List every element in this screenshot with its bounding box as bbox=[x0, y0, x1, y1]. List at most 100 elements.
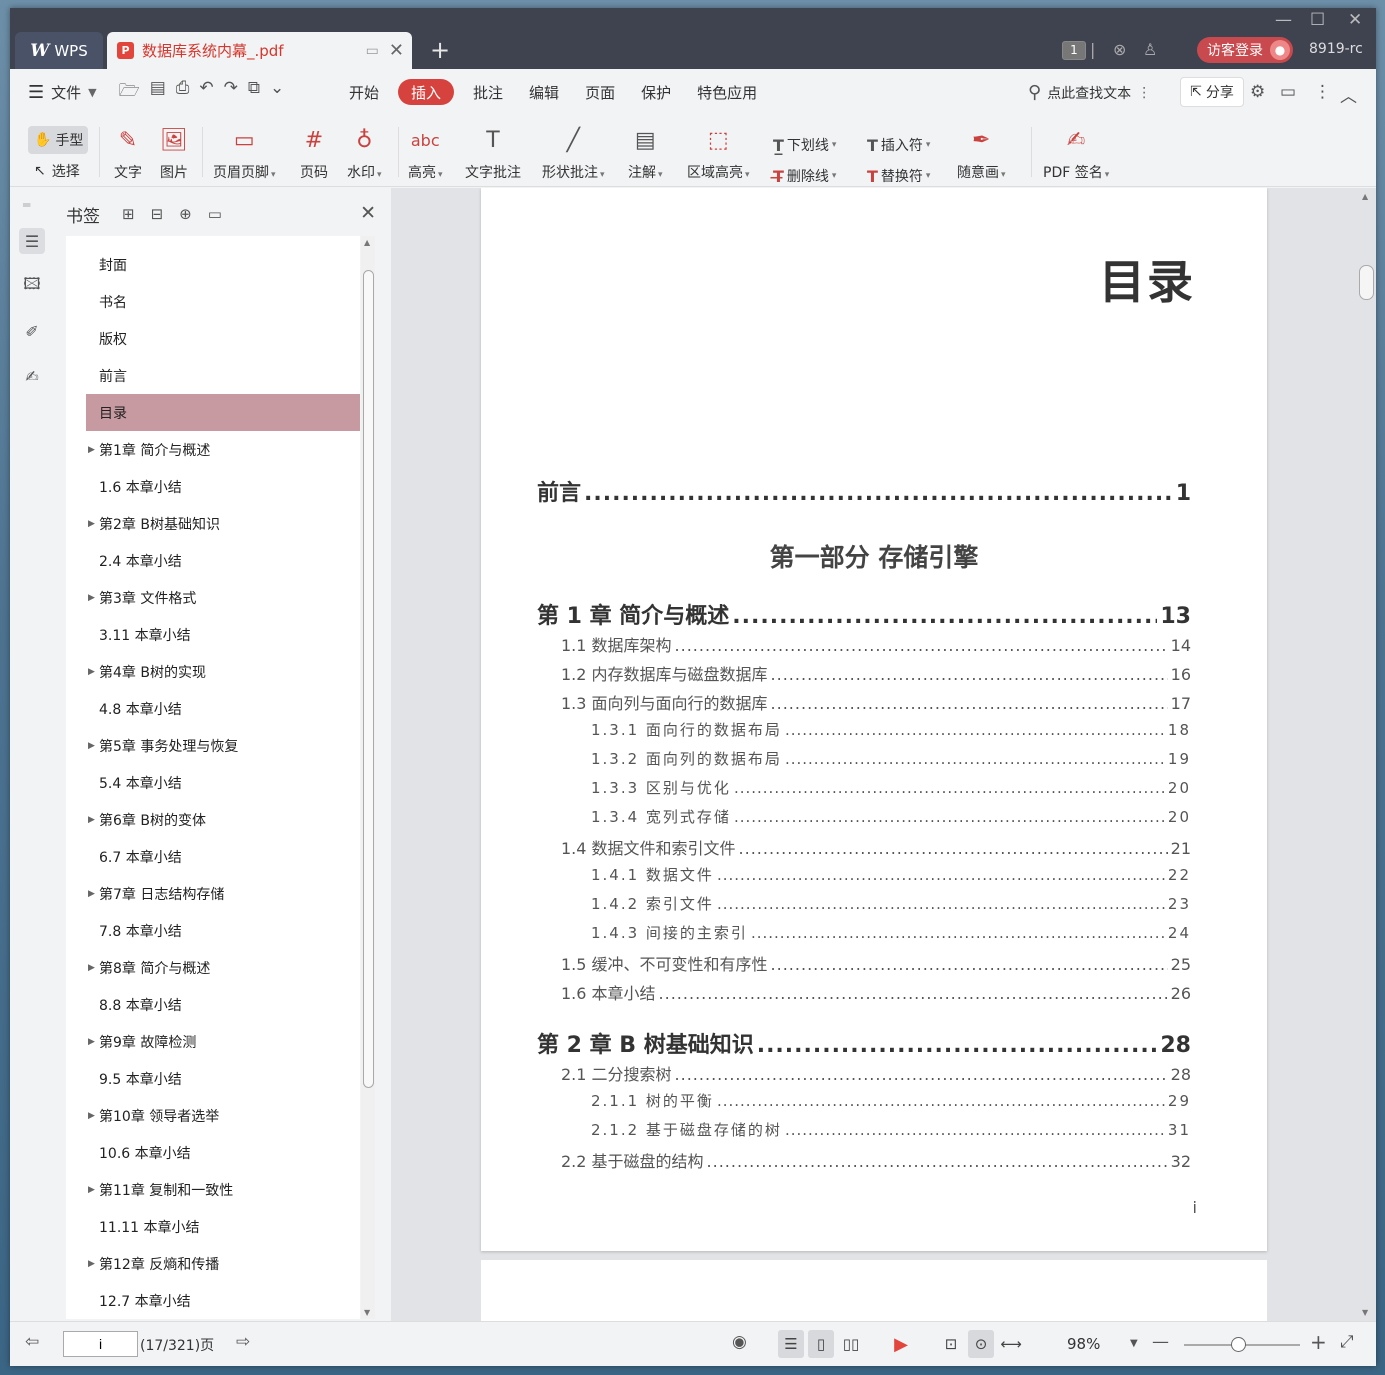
expand-caret-icon[interactable]: ▶ bbox=[88, 1185, 95, 1195]
open-icon[interactable]: 🗁 bbox=[119, 78, 140, 107]
toc-entry[interactable]: 1.3.4 宽列式存储.............................… bbox=[591, 806, 1191, 827]
insert-mark-button[interactable]: T 插入符 ▾ bbox=[867, 135, 930, 155]
toc-entry[interactable]: 1.3.3 区别与优化.............................… bbox=[591, 777, 1191, 798]
bookmark-item[interactable]: ▶ 第2章 B树基础知识 bbox=[86, 505, 360, 542]
bookmark-options-icon[interactable]: ▭ bbox=[208, 205, 222, 223]
bookmark-item[interactable]: 5.4 本章小结 bbox=[86, 764, 360, 801]
text-annotation-button[interactable]: T 文字批注 bbox=[465, 124, 521, 182]
scroll-up-icon[interactable]: ▲ bbox=[1362, 192, 1368, 201]
expand-caret-icon[interactable]: ▶ bbox=[88, 741, 95, 751]
drag-handle-icon[interactable]: ═ bbox=[23, 198, 30, 212]
collapse-ribbon-icon[interactable]: ︿ bbox=[1340, 82, 1357, 107]
bookmark-item[interactable]: 11.11 本章小结 bbox=[86, 1208, 360, 1245]
new-tab-button[interactable]: + bbox=[430, 38, 450, 62]
bookmark-item[interactable]: 8.8 本章小结 bbox=[86, 986, 360, 1023]
next-page-icon[interactable]: ⇨ bbox=[236, 1332, 250, 1352]
file-menu[interactable]: ☰ 文件 ▼ bbox=[28, 82, 97, 103]
bookmark-scrollbar[interactable]: ▲ ▼ bbox=[361, 236, 375, 1319]
expand-caret-icon[interactable]: ▶ bbox=[88, 1259, 95, 1269]
bookmark-item[interactable]: 7.8 本章小结 bbox=[86, 912, 360, 949]
zoom-out-icon[interactable]: — bbox=[1152, 1332, 1169, 1352]
menu-tab-page[interactable]: 页面 bbox=[572, 82, 628, 103]
bookmark-item[interactable]: ▶ 第8章 简介与概述 bbox=[86, 949, 360, 986]
toc-entry[interactable]: 2.1 二分搜索树...............................… bbox=[561, 1061, 1191, 1085]
close-panel-icon[interactable]: ✕ bbox=[360, 202, 376, 224]
toc-entry[interactable]: 2.1.1 树的平衡..............................… bbox=[591, 1090, 1191, 1111]
expand-caret-icon[interactable]: ▶ bbox=[88, 445, 95, 455]
more-options-icon[interactable]: ⋮ bbox=[1314, 82, 1331, 102]
document-scroll-thumb[interactable] bbox=[1359, 265, 1374, 300]
expand-caret-icon[interactable]: ▶ bbox=[88, 963, 95, 973]
find-text-button[interactable]: ⚲ 点此查找文本 ⋮ bbox=[1028, 82, 1151, 103]
expand-caret-icon[interactable]: ▶ bbox=[88, 593, 95, 603]
fullscreen-icon[interactable]: ⤢ bbox=[1340, 1332, 1354, 1352]
note-button[interactable]: ▤ 注解 ▾ bbox=[628, 124, 663, 182]
single-page-icon[interactable]: ▯ bbox=[808, 1330, 834, 1358]
bookmark-item[interactable]: 10.6 本章小结 bbox=[86, 1134, 360, 1171]
annotation-panel-icon[interactable]: ✐ bbox=[19, 318, 45, 344]
menu-tab-protect[interactable]: 保护 bbox=[628, 82, 684, 103]
zoom-slider[interactable] bbox=[1184, 1337, 1300, 1352]
toc-entry[interactable]: 2.2 基于磁盘的结构.............................… bbox=[561, 1148, 1191, 1172]
bookmark-item[interactable]: ▶ 第11章 复制和一致性 bbox=[86, 1171, 360, 1208]
document-viewport[interactable]: 目录 第一部分 存储引擎 i 前言.......................… bbox=[391, 188, 1376, 1321]
skin-icon[interactable]: ♙ bbox=[1143, 40, 1157, 59]
bookmark-item[interactable]: 1.6 本章小结 bbox=[86, 468, 360, 505]
comment-icon[interactable]: ▭ bbox=[1280, 82, 1296, 102]
sync-icon[interactable]: ⊗ bbox=[1113, 40, 1126, 59]
bookmark-item[interactable]: ▶ 第9章 故障检测 bbox=[86, 1023, 360, 1060]
bookmark-item[interactable]: 版权 bbox=[86, 320, 360, 357]
bookmark-item[interactable]: ▶ 第10章 领导者选举 bbox=[86, 1097, 360, 1134]
scroll-down-icon[interactable]: ▼ bbox=[364, 1308, 370, 1317]
toc-entry[interactable]: 1.3.1 面向行的数据布局..........................… bbox=[591, 719, 1191, 740]
toc-entry[interactable]: 1.1 数据库架构...............................… bbox=[561, 632, 1191, 656]
toc-entry[interactable]: 1.4.3 间接的主索引............................… bbox=[591, 922, 1191, 943]
tab-document[interactable]: P 数据库系统内幕_.pdf ▭ ✕ bbox=[107, 32, 412, 69]
undo-icon[interactable]: ↶ bbox=[199, 78, 213, 107]
close-tab-icon[interactable]: ✕ bbox=[389, 40, 404, 61]
signature-panel-icon[interactable]: ✍ bbox=[19, 363, 45, 389]
actual-size-icon[interactable]: ⊡ bbox=[938, 1330, 964, 1358]
area-highlight-button[interactable]: ⬚ 区域高亮 ▾ bbox=[687, 124, 750, 182]
toc-entry[interactable]: 1.3 面向列与面向行的数据库.........................… bbox=[561, 690, 1191, 714]
select-tool-button[interactable]: ↖ 选择 bbox=[34, 161, 80, 181]
export-icon[interactable]: ⧉ bbox=[248, 78, 260, 107]
bookmark-item[interactable]: ▶ 第1章 简介与概述 bbox=[86, 431, 360, 468]
eye-protection-icon[interactable]: ◉ bbox=[732, 1332, 747, 1352]
bookmark-item[interactable]: ▶ 第4章 B树的实现 bbox=[86, 653, 360, 690]
bookmark-item[interactable]: 12.7 本章小结 bbox=[86, 1282, 360, 1319]
bookmark-item[interactable]: ▶ 第5章 事务处理与恢复 bbox=[86, 727, 360, 764]
menu-tab-start[interactable]: 开始 bbox=[336, 82, 392, 103]
zoom-dropdown-icon[interactable]: ▼ bbox=[1130, 1338, 1138, 1349]
underline-button[interactable]: T̲ 下划线 ▾ bbox=[773, 135, 836, 155]
insert-text-button[interactable]: ✎ 文字 bbox=[114, 124, 142, 182]
more-quick-icon[interactable]: ⌄ bbox=[270, 78, 284, 107]
bookmark-item[interactable]: ▶ 第3章 文件格式 bbox=[86, 579, 360, 616]
insert-image-button[interactable]: 🖼 图片 bbox=[160, 124, 188, 182]
highlight-button[interactable]: abc 高亮 ▾ bbox=[408, 124, 443, 182]
toc-entry[interactable]: 1.4.1 数据文件..............................… bbox=[591, 864, 1191, 885]
bookmark-item[interactable]: 4.8 本章小结 bbox=[86, 690, 360, 727]
share-button[interactable]: ⇱ 分享 bbox=[1180, 77, 1244, 107]
bookmark-panel-icon[interactable]: ☰ bbox=[19, 228, 45, 254]
menu-tab-insert[interactable]: 插入 bbox=[398, 79, 455, 105]
toc-entry[interactable]: 1.6 本章小结................................… bbox=[561, 980, 1191, 1004]
menu-tab-features[interactable]: 特色应用 bbox=[684, 82, 770, 103]
bookmark-item[interactable]: ▶ 第6章 B树的变体 bbox=[86, 801, 360, 838]
expand-caret-icon[interactable]: ▶ bbox=[88, 1111, 95, 1121]
zoom-level[interactable]: 98% bbox=[1067, 1335, 1100, 1353]
close-window-icon[interactable]: ✕ bbox=[1348, 10, 1362, 30]
bookmark-scroll-thumb[interactable] bbox=[363, 270, 374, 1088]
menu-tab-annotate[interactable]: 批注 bbox=[460, 82, 516, 103]
maximize-icon[interactable]: ☐ bbox=[1310, 10, 1325, 30]
hand-tool-button[interactable]: ✋ 手型 bbox=[28, 126, 88, 154]
bookmark-item[interactable]: 目录 bbox=[86, 394, 360, 431]
toc-entry[interactable]: 1.3.2 面向列的数据布局..........................… bbox=[591, 748, 1191, 769]
expand-all-icon[interactable]: ⊞ bbox=[122, 205, 135, 223]
toc-entry[interactable]: 1.5 缓冲、不可变性和有序性.........................… bbox=[561, 951, 1191, 975]
scroll-up-icon[interactable]: ▲ bbox=[364, 238, 370, 247]
screen-icon[interactable]: ▭ bbox=[366, 43, 379, 59]
expand-caret-icon[interactable]: ▶ bbox=[88, 667, 95, 677]
thumbnail-panel-icon[interactable]: 🖾 bbox=[19, 273, 45, 299]
bookmark-item[interactable]: 2.4 本章小结 bbox=[86, 542, 360, 579]
